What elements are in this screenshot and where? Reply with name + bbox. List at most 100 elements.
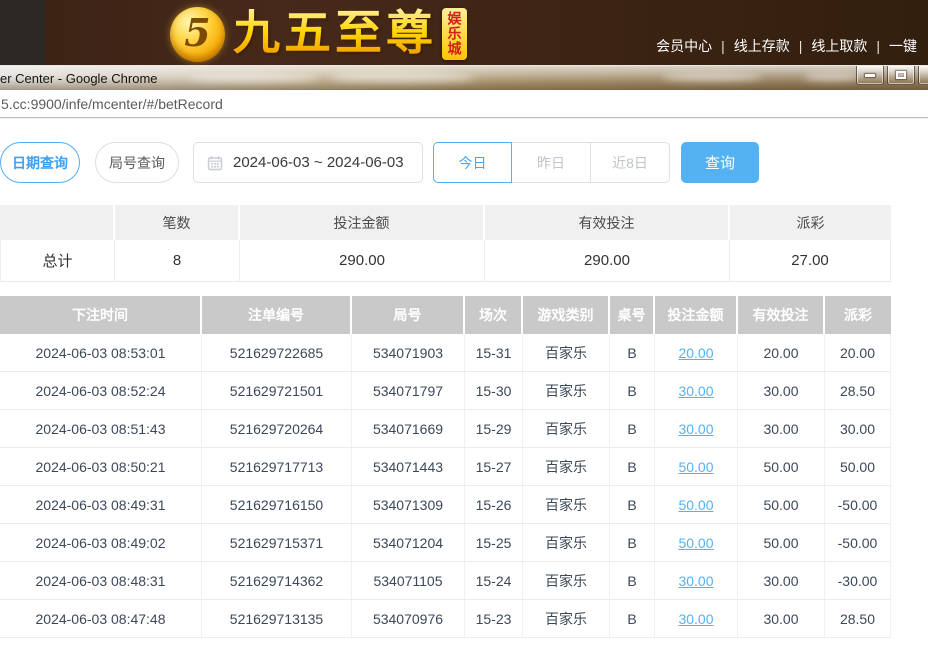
cell-payout: -30.00 <box>825 562 891 600</box>
bet-table-header-row: 下注时间 注单编号 局号 场次 游戏类别 桌号 投注金额 有效投注 派彩 <box>0 296 891 334</box>
cell-session: 15-26 <box>465 486 523 524</box>
table-row: 2024-06-03 08:49:02521629715371534071204… <box>0 524 891 562</box>
window-titlebar[interactable]: er Center - Google Chrome <box>0 65 928 90</box>
summary-total-row: 总计 8 290.00 290.00 27.00 <box>0 240 891 282</box>
cell-session: 15-27 <box>465 448 523 486</box>
cell-valid-bet: 30.00 <box>738 410 825 448</box>
cell-round-id: 534071903 <box>352 334 465 372</box>
cell-order-id: 521629721501 <box>202 372 352 410</box>
cell-session: 15-31 <box>465 334 523 372</box>
cell-valid-bet: 30.00 <box>738 372 825 410</box>
bet-amount-link[interactable]: 50.00 <box>678 459 713 475</box>
cell-bet-time: 2024-06-03 08:49:31 <box>0 486 202 524</box>
cell-table-no: B <box>610 524 655 562</box>
cell-round-id: 534071669 <box>352 410 465 448</box>
cell-bet-amount: 50.00 <box>655 486 738 524</box>
cell-round-id: 534071309 <box>352 486 465 524</box>
cell-round-id: 534070976 <box>352 600 465 638</box>
round-query-button[interactable]: 局号查询 <box>95 142 179 183</box>
glass-smudge <box>662 73 762 82</box>
bet-amount-link[interactable]: 50.00 <box>678 497 713 513</box>
table-row: 2024-06-03 08:51:43521629720264534071669… <box>0 410 891 448</box>
cell-table-no: B <box>610 372 655 410</box>
table-row: 2024-06-03 08:48:31521629714362534071105… <box>0 562 891 600</box>
cell-game-type: 百家乐 <box>523 524 610 562</box>
bet-amount-link[interactable]: 20.00 <box>678 345 713 361</box>
cell-order-id: 521629720264 <box>202 410 352 448</box>
nav-one-click[interactable]: 一键 <box>889 36 917 56</box>
table-row: 2024-06-03 08:50:21521629717713534071443… <box>0 448 891 486</box>
cell-bet-time: 2024-06-03 08:50:21 <box>0 448 202 486</box>
cell-bet-amount: 30.00 <box>655 562 738 600</box>
cell-session: 15-24 <box>465 562 523 600</box>
quick-range-group: 今日 昨日 近8日 <box>433 142 670 183</box>
cell-payout: 28.50 <box>825 600 891 638</box>
last-8-days-button[interactable]: 近8日 <box>591 142 670 183</box>
bet-amount-link[interactable]: 30.00 <box>678 611 713 627</box>
header-bet-time: 下注时间 <box>0 296 202 334</box>
cell-bet-amount: 50.00 <box>655 524 738 562</box>
logo-text: 九五至尊 <box>233 2 437 64</box>
cell-table-no: B <box>610 334 655 372</box>
bet-amount-link[interactable]: 30.00 <box>678 421 713 437</box>
cell-game-type: 百家乐 <box>523 334 610 372</box>
cell-game-type: 百家乐 <box>523 600 610 638</box>
cell-bet-time: 2024-06-03 08:52:24 <box>0 372 202 410</box>
summary-header-valid-bet: 有效投注 <box>485 205 730 240</box>
nav-member-center[interactable]: 会员中心 <box>656 36 712 56</box>
nav-separator: | <box>876 38 880 54</box>
cell-game-type: 百家乐 <box>523 410 610 448</box>
filter-row: 日期查询 局号查询 2024-06-03 ~ 2024-06-03 <box>0 142 928 183</box>
window-caption-buttons <box>856 66 928 85</box>
cell-game-type: 百家乐 <box>523 562 610 600</box>
bet-amount-link[interactable]: 50.00 <box>678 535 713 551</box>
glass-smudge <box>188 74 318 84</box>
nav-separator: | <box>721 38 725 54</box>
cell-valid-bet: 30.00 <box>738 600 825 638</box>
cell-table-no: B <box>610 562 655 600</box>
cell-round-id: 534071797 <box>352 372 465 410</box>
summary-header-row: 笔数 投注金额 有效投注 派彩 <box>0 205 891 240</box>
header-bet-amount: 投注金额 <box>655 296 738 334</box>
cell-session: 15-29 <box>465 410 523 448</box>
cell-valid-bet: 50.00 <box>738 448 825 486</box>
date-range-value: 2024-06-03 ~ 2024-06-03 <box>233 154 404 171</box>
today-button[interactable]: 今日 <box>433 142 512 183</box>
maximize-icon <box>896 71 906 79</box>
cell-bet-time: 2024-06-03 08:51:43 <box>0 410 202 448</box>
search-button[interactable]: 查询 <box>681 142 759 183</box>
nav-online-deposit[interactable]: 线上存款 <box>734 36 790 56</box>
cell-valid-bet: 20.00 <box>738 334 825 372</box>
cell-valid-bet: 50.00 <box>738 486 825 524</box>
cell-session: 15-30 <box>465 372 523 410</box>
bet-amount-link[interactable]: 30.00 <box>678 383 713 399</box>
minimize-button[interactable] <box>856 66 884 85</box>
summary-table: 笔数 投注金额 有效投注 派彩 总计 8 290.00 290.00 27.00 <box>0 205 891 282</box>
coin-number: 5 <box>184 10 210 55</box>
nav-online-withdraw[interactable]: 线上取款 <box>811 36 867 56</box>
coin-icon: 5 <box>170 7 225 62</box>
maximize-button[interactable] <box>887 66 915 85</box>
date-query-button[interactable]: 日期查询 <box>0 142 80 183</box>
header-valid-bet: 有效投注 <box>738 296 825 334</box>
summary-header-payout: 派彩 <box>730 205 891 240</box>
cell-bet-time: 2024-06-03 08:53:01 <box>0 334 202 372</box>
date-range-input[interactable]: 2024-06-03 ~ 2024-06-03 <box>193 142 423 183</box>
table-row: 2024-06-03 08:53:01521629722685534071903… <box>0 334 891 372</box>
close-button[interactable] <box>918 66 928 85</box>
cell-payout: 30.00 <box>825 410 891 448</box>
url-bar[interactable]: 5.cc:9900/infe/mcenter/#/betRecord <box>0 90 928 118</box>
logo-tag: 娱乐城 <box>442 8 467 60</box>
cell-session: 15-25 <box>465 524 523 562</box>
yesterday-button[interactable]: 昨日 <box>512 142 591 183</box>
cell-bet-amount: 30.00 <box>655 372 738 410</box>
cell-order-id: 521629722685 <box>202 334 352 372</box>
bet-amount-link[interactable]: 30.00 <box>678 573 713 589</box>
summary-header-blank <box>0 205 115 240</box>
summary-header-count: 笔数 <box>115 205 240 240</box>
header-round-id: 局号 <box>352 296 465 334</box>
header-order-id: 注单编号 <box>202 296 352 334</box>
cell-bet-amount: 30.00 <box>655 600 738 638</box>
nav-separator: | <box>799 38 803 54</box>
cell-payout: -50.00 <box>825 524 891 562</box>
